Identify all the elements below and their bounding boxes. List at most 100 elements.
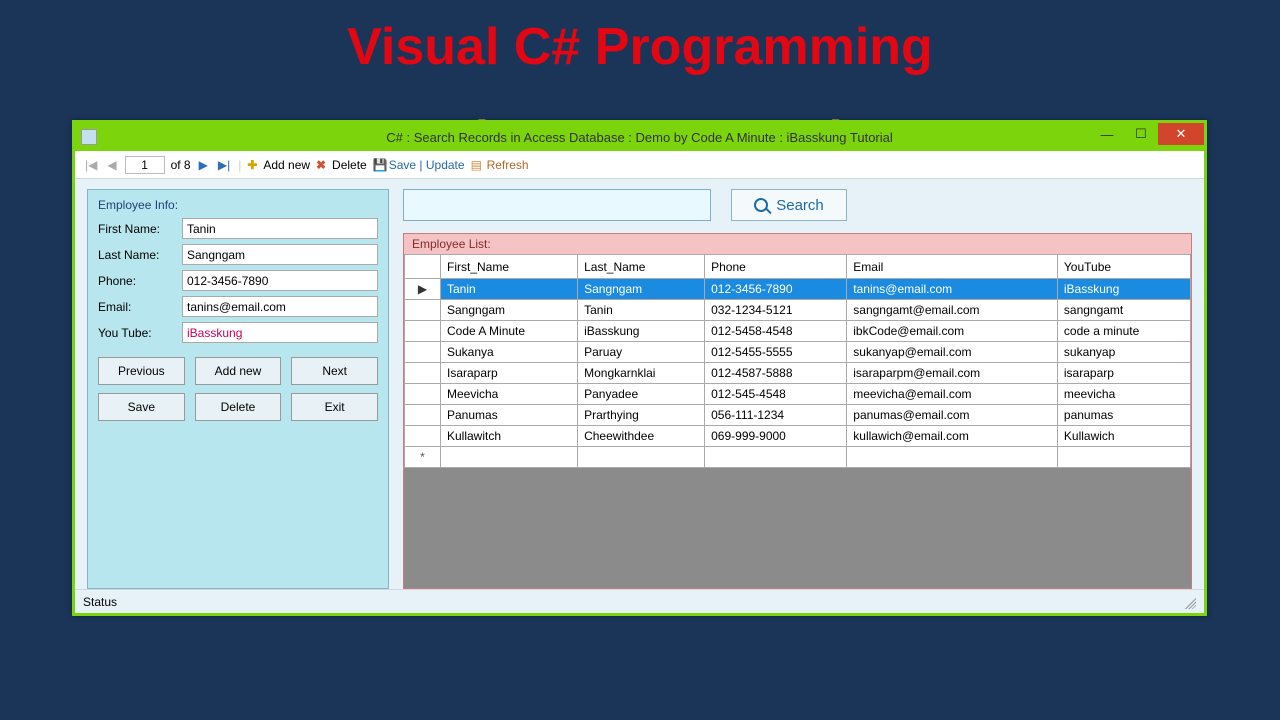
grid-cell[interactable]: Code A Minute — [441, 321, 578, 342]
titlebar[interactable]: C# : Search Records in Access Database :… — [75, 123, 1204, 151]
exit-button[interactable]: Exit — [291, 393, 378, 421]
grid-cell[interactable]: code a minute — [1057, 321, 1190, 342]
grid-cell[interactable]: 056-111-1234 — [705, 405, 847, 426]
minimize-button[interactable]: — — [1090, 123, 1124, 145]
table-row[interactable]: IsaraparpMongkarnklai012-4587-5888isarap… — [405, 363, 1191, 384]
grid-cell[interactable]: 032-1234-5121 — [705, 300, 847, 321]
row-indicator[interactable]: * — [405, 447, 441, 468]
toolbar-addnew-button[interactable]: ✚ Add new — [247, 158, 310, 172]
row-indicator[interactable] — [405, 426, 441, 447]
next-button[interactable]: Next — [291, 357, 378, 385]
nav-last-icon[interactable]: ▶| — [216, 158, 232, 172]
grid-cell[interactable]: sukanyap — [1057, 342, 1190, 363]
lastname-input[interactable] — [182, 244, 378, 265]
row-indicator[interactable] — [405, 342, 441, 363]
grid-rowheader-corner[interactable] — [405, 255, 441, 279]
grid-cell[interactable]: meevicha@email.com — [847, 384, 1058, 405]
grid-cell[interactable]: isaraparp — [1057, 363, 1190, 384]
table-row[interactable]: MeevichaPanyadee012-545-4548meevicha@ema… — [405, 384, 1191, 405]
table-row[interactable]: Code A MinuteiBasskung012-5458-4548ibkCo… — [405, 321, 1191, 342]
toolbar-refresh-button[interactable]: ▤ Refresh — [471, 158, 529, 172]
table-row[interactable]: KullawitchCheewithdee069-999-9000kullawi… — [405, 426, 1191, 447]
grid-cell[interactable] — [705, 447, 847, 468]
table-row[interactable]: SangngamTanin032-1234-5121sangngamt@emai… — [405, 300, 1191, 321]
grid-cell[interactable]: Sukanya — [441, 342, 578, 363]
grid-cell[interactable]: panumas — [1057, 405, 1190, 426]
grid-cell[interactable]: kullawich@email.com — [847, 426, 1058, 447]
grid-cell[interactable]: isaraparpm@email.com — [847, 363, 1058, 384]
grid-cell[interactable]: sukanyap@email.com — [847, 342, 1058, 363]
nav-position-input[interactable] — [125, 156, 165, 174]
grid-cell[interactable]: Kullawich — [1057, 426, 1190, 447]
row-indicator[interactable]: ▶ — [405, 279, 441, 300]
grid-cell[interactable]: Prarthying — [578, 405, 705, 426]
grid-cell[interactable] — [847, 447, 1058, 468]
nav-first-icon[interactable]: |◀ — [83, 158, 99, 172]
row-indicator[interactable] — [405, 321, 441, 342]
grid-cell[interactable]: Panumas — [441, 405, 578, 426]
grid-column-header[interactable]: Phone — [705, 255, 847, 279]
close-button[interactable]: ✕ — [1158, 123, 1204, 145]
table-row[interactable]: SukanyaParuay012-5455-5555sukanyap@email… — [405, 342, 1191, 363]
grid-cell[interactable]: 012-5455-5555 — [705, 342, 847, 363]
youtube-input[interactable] — [182, 322, 378, 343]
grid-cell[interactable]: 012-5458-4548 — [705, 321, 847, 342]
table-row[interactable]: PanumasPrarthying056-111-1234panumas@ema… — [405, 405, 1191, 426]
search-input[interactable] — [403, 189, 711, 221]
grid-cell[interactable]: Paruay — [578, 342, 705, 363]
row-indicator[interactable] — [405, 405, 441, 426]
nav-prev-icon[interactable]: ◀ — [105, 158, 118, 172]
grid-cell[interactable]: 012-545-4548 — [705, 384, 847, 405]
maximize-button[interactable]: ☐ — [1124, 123, 1158, 145]
grid-column-header[interactable]: YouTube — [1057, 255, 1190, 279]
grid-cell[interactable]: Kullawitch — [441, 426, 578, 447]
employee-grid[interactable]: First_NameLast_NamePhoneEmailYouTube ▶Ta… — [404, 254, 1191, 468]
grid-cell[interactable]: meevicha — [1057, 384, 1190, 405]
email-input[interactable] — [182, 296, 378, 317]
row-indicator[interactable] — [405, 300, 441, 321]
employee-list-panel: Employee List: First_NameLast_NamePhoneE… — [403, 233, 1192, 589]
grid-column-header[interactable]: Last_Name — [578, 255, 705, 279]
grid-cell[interactable]: iBasskung — [1057, 279, 1190, 300]
grid-cell[interactable]: Mongkarnklai — [578, 363, 705, 384]
firstname-input[interactable] — [182, 218, 378, 239]
previous-button[interactable]: Previous — [98, 357, 185, 385]
app-icon — [81, 129, 97, 145]
search-button[interactable]: Search — [731, 189, 847, 221]
grid-cell[interactable]: Tanin — [441, 279, 578, 300]
table-row-new[interactable]: * — [405, 447, 1191, 468]
binding-navigator: |◀ ◀ of 8 ▶ ▶| | ✚ Add new ✖ Delete 💾 Sa… — [75, 151, 1204, 179]
grid-cell[interactable]: 012-4587-5888 — [705, 363, 847, 384]
table-row[interactable]: ▶TaninSangngam012-3456-7890tanins@email.… — [405, 279, 1191, 300]
grid-cell[interactable]: Tanin — [578, 300, 705, 321]
grid-cell[interactable]: Sangngam — [578, 279, 705, 300]
grid-cell[interactable]: Cheewithdee — [578, 426, 705, 447]
grid-column-header[interactable]: Email — [847, 255, 1058, 279]
row-indicator[interactable] — [405, 384, 441, 405]
phone-input[interactable] — [182, 270, 378, 291]
resize-grip[interactable] — [1182, 595, 1196, 609]
grid-cell[interactable]: 069-999-9000 — [705, 426, 847, 447]
grid-cell[interactable]: 012-3456-7890 — [705, 279, 847, 300]
grid-cell[interactable]: Sangngam — [441, 300, 578, 321]
addnew-button[interactable]: Add new — [195, 357, 282, 385]
save-button[interactable]: Save — [98, 393, 185, 421]
delete-button[interactable]: Delete — [195, 393, 282, 421]
nav-next-icon[interactable]: ▶ — [197, 158, 210, 172]
grid-cell[interactable]: tanins@email.com — [847, 279, 1058, 300]
toolbar-delete-button[interactable]: ✖ Delete — [316, 158, 367, 172]
grid-cell[interactable]: iBasskung — [578, 321, 705, 342]
grid-column-header[interactable]: First_Name — [441, 255, 578, 279]
grid-cell[interactable] — [578, 447, 705, 468]
grid-cell[interactable]: Isaraparp — [441, 363, 578, 384]
grid-cell[interactable]: sangngamt@email.com — [847, 300, 1058, 321]
grid-cell[interactable]: Meevicha — [441, 384, 578, 405]
grid-cell[interactable]: panumas@email.com — [847, 405, 1058, 426]
grid-cell[interactable] — [1057, 447, 1190, 468]
grid-cell[interactable]: Panyadee — [578, 384, 705, 405]
grid-cell[interactable]: ibkCode@email.com — [847, 321, 1058, 342]
grid-cell[interactable]: sangngamt — [1057, 300, 1190, 321]
row-indicator[interactable] — [405, 363, 441, 384]
grid-cell[interactable] — [441, 447, 578, 468]
toolbar-save-button[interactable]: 💾 Save | Update — [373, 158, 465, 172]
